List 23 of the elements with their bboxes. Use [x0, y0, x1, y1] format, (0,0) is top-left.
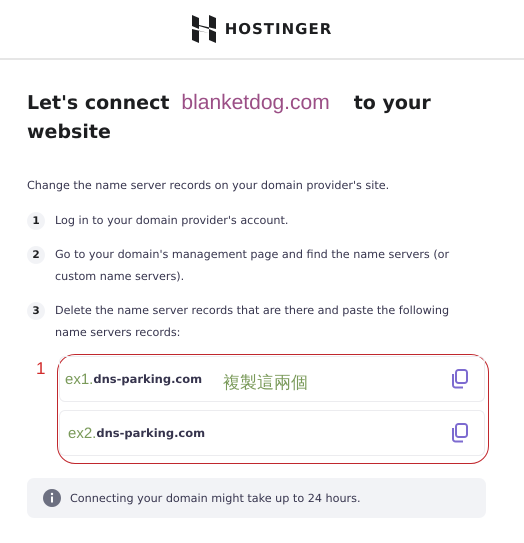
- annotation-marker: 1: [36, 359, 46, 379]
- step-text: Delete the name server records that are there and paste the following name servers records:: [55, 303, 450, 341]
- annotation-prefix: ex2.: [68, 424, 96, 442]
- page-title: Let's connect: [27, 92, 170, 114]
- copy-icon[interactable]: [450, 368, 470, 390]
- intro-text: Change the name server records on your domain provider's site.: [27, 179, 390, 192]
- logo-icon: [192, 15, 216, 43]
- record-value: dns-parking.com: [96, 426, 206, 440]
- copy-icon[interactable]: [450, 422, 470, 444]
- domain-name: blanketdog.com: [181, 91, 330, 114]
- step-number: 1: [27, 212, 45, 230]
- info-icon: [43, 489, 61, 507]
- brand-name: HOSTINGER: [224, 20, 332, 38]
- step-text: Go to your domain's management page and find the name servers (or custom name servers).: [55, 247, 450, 285]
- step-text: Log in to your domain provider's account.: [55, 213, 290, 229]
- annotation-prefix: ex1.: [65, 370, 94, 388]
- step-number: 3: [27, 302, 45, 320]
- step-number: 2: [27, 246, 45, 264]
- page-title: website: [27, 121, 111, 143]
- record-value: dns-parking.com: [93, 372, 202, 386]
- info-text: Connecting your domain might take up to 24 hours.: [70, 492, 361, 504]
- annotation-note: 複製這兩個: [223, 372, 308, 394]
- page-title: to your: [354, 92, 431, 114]
